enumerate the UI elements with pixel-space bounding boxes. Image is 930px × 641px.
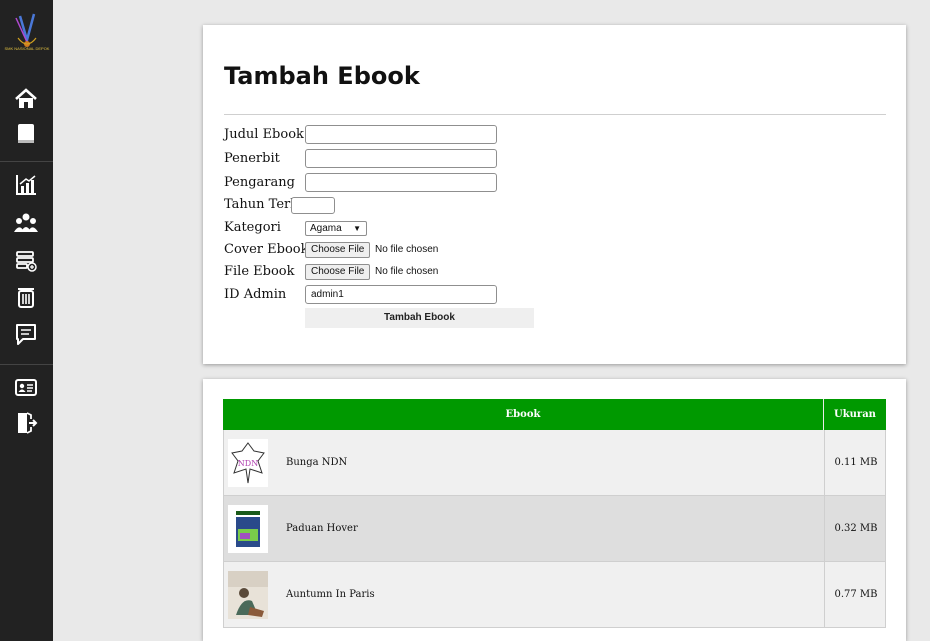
sidebar: SMK NASIONAL DEPOK (0, 0, 53, 641)
admin-input[interactable] (305, 285, 497, 304)
judul-input[interactable] (305, 125, 497, 144)
title-divider (224, 114, 886, 115)
table-row[interactable]: Auntumn In Paris 0.77 MB (223, 562, 886, 628)
ebook-table-card: Ebook Ukuran NDN Bunga NDN 0.11 MB Padua… (203, 379, 906, 641)
penerbit-label: Penerbit (224, 151, 280, 166)
chat-icon[interactable] (13, 321, 39, 347)
ebook-title: Auntumn In Paris (286, 589, 375, 600)
judul-label: Judul Ebook (224, 127, 304, 142)
pengarang-label: Pengarang (224, 175, 295, 190)
table-row[interactable]: Paduan Hover 0.32 MB (223, 496, 886, 562)
ndn-cover-thumbnail: NDN (228, 439, 268, 487)
logout-icon[interactable] (13, 410, 39, 436)
penerbit-input[interactable] (305, 149, 497, 168)
users-icon[interactable] (13, 210, 39, 236)
cover-choose-file-button[interactable]: Choose File (305, 242, 371, 258)
file-status: No file chosen (375, 266, 439, 277)
kategori-selected: Agama (310, 223, 342, 234)
svg-text:NDN: NDN (238, 459, 258, 468)
chart-icon[interactable] (13, 172, 39, 198)
tahun-input[interactable] (291, 197, 335, 214)
ebook-size: 0.77 MB (824, 562, 887, 627)
column-header-size: Ukuran (823, 399, 886, 430)
photo-cover-thumbnail (228, 571, 268, 619)
ebook-size: 0.11 MB (824, 430, 887, 495)
book-cover-thumbnail (228, 505, 268, 553)
book-icon[interactable] (13, 121, 39, 147)
kategori-label: Kategori (224, 220, 281, 235)
ebook-title: Bunga NDN (286, 457, 348, 468)
column-header-ebook: Ebook (505, 409, 541, 420)
table-header: Ebook Ukuran (223, 399, 886, 430)
cover-file-status: No file chosen (375, 244, 439, 255)
id-card-icon[interactable] (13, 375, 39, 401)
table-row[interactable]: NDN Bunga NDN 0.11 MB (223, 430, 886, 496)
ebook-size: 0.32 MB (824, 496, 887, 561)
page-title: Tambah Ebook (224, 62, 420, 90)
pengarang-input[interactable] (305, 173, 497, 192)
cover-label: Cover Ebook (224, 242, 309, 257)
sidebar-divider (0, 161, 53, 162)
ebook-title: Paduan Hover (286, 523, 358, 534)
kategori-select[interactable]: Agama ▼ (305, 221, 367, 236)
chevron-down-icon: ▼ (353, 224, 361, 233)
logo-text: SMK NASIONAL DEPOK (4, 46, 50, 51)
file-label: File Ebook (224, 264, 295, 279)
file-choose-file-button[interactable]: Choose File (305, 264, 371, 280)
add-ebook-card: Tambah Ebook Judul Ebook Penerbit Pengar… (203, 25, 906, 364)
submit-button[interactable]: Tambah Ebook (305, 308, 534, 328)
trash-icon[interactable] (13, 284, 39, 310)
home-icon[interactable] (13, 86, 39, 112)
admin-label: ID Admin (224, 287, 287, 302)
sidebar-divider (0, 364, 53, 365)
storage-add-icon[interactable] (13, 247, 39, 273)
